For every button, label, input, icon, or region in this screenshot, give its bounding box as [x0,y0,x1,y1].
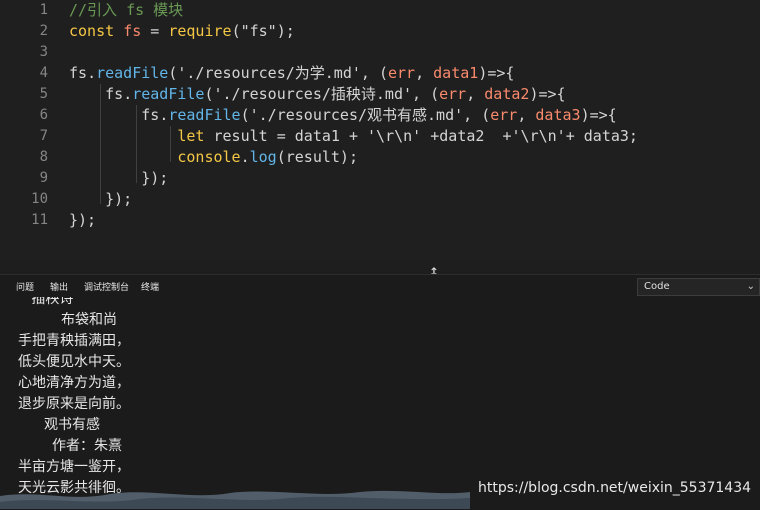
line-number: 6 [39,107,48,123]
output-channel-value: Code [644,281,670,292]
code-text: }); [69,169,169,187]
output-line: 布袋和尚 [61,312,117,328]
output-line: 观书有感 [44,417,100,433]
indent-guide [136,105,137,183]
code-text: console.log(result); [177,148,358,166]
output-line: 退步原来是向前。 [18,396,130,412]
code-text: //引入 fs 模块 [69,1,184,19]
line-number: 9 [39,170,48,186]
code-line[interactable]: 10 }); [0,189,760,210]
tab-terminal[interactable]: 终端 [141,280,159,293]
line-number: 7 [39,128,48,144]
code-text: let result = data1 + '\r\n' +data2 +'\r\… [177,127,638,145]
line-number: 4 [39,65,48,81]
tab-debug-console[interactable]: 调试控制台 [84,280,129,293]
code-text: fs.readFile('./resources/插秧诗.md', (err, … [69,85,566,103]
code-line[interactable]: 8 console.log(result); [0,147,760,168]
decorative-wave [0,490,470,509]
code-line[interactable]: 7 let result = data1 + '\r\n' +data2 +'\… [0,126,760,147]
tab-problems[interactable]: 问题 [16,280,34,293]
line-number: 2 [39,23,48,39]
code-line[interactable]: 4 fs.readFile('./resources/为学.md', (err, … [0,63,760,84]
code-text: fs.readFile('./resources/为学.md', (err, d… [69,64,515,82]
code-text: }); [69,211,97,229]
output-line: 心地清净方为道， [18,375,130,391]
output-line: 半亩方塘一鉴开， [18,459,130,475]
line-number: 10 [31,191,48,207]
line-number: 11 [31,212,48,228]
output-line: 低头便见水中天。 [18,354,130,370]
code-text: fs.readFile('./resources/观书有感.md', (err,… [69,106,617,124]
code-line[interactable]: 5 fs.readFile('./resources/插秧诗.md', (err… [0,84,760,105]
watermark-text: https://blog.csdn.net/weixin_55371434 [478,480,752,496]
code-line[interactable]: 9 }); [0,168,760,189]
chevron-down-icon: ⌄ [746,281,755,292]
indent-guide [100,84,101,204]
code-line[interactable]: 11}); [0,210,760,231]
indent-guide [170,126,171,162]
code-line[interactable]: 2 const fs = require("fs"); [0,21,760,42]
line-number: 8 [39,149,48,165]
output-channel-select[interactable]: Code ⌄ [637,278,760,296]
tab-output[interactable]: 输出 [50,280,68,293]
output-line: 插秧诗 [18,297,74,307]
line-number: 3 [39,44,48,60]
code-line[interactable]: 3 [0,42,760,63]
panel-tabs: 问题 输出 调试控制台 终端 Code ⌄ [0,275,760,297]
code-editor[interactable]: 1 //引入 fs 模块 2 const fs = require("fs"); 3 4 f… [0,0,760,262]
line-number: 5 [39,86,48,102]
code-text: const fs = require("fs"); [69,22,295,40]
code-line[interactable]: 6 fs.readFile('./resources/观书有感.md', (er… [0,105,760,126]
bottom-panel: 问题 输出 调试控制台 终端 Code ⌄ 插秧诗布袋和尚手把青秧插满田， 低头便… [0,274,760,510]
line-number: 1 [39,2,48,18]
output-line: 手把青秧插满田， [18,333,130,349]
output-line: 作者：朱熹 [52,438,122,454]
code-line[interactable]: 1 //引入 fs 模块 [0,0,760,21]
output-content: 插秧诗布袋和尚手把青秧插满田， 低头便见水中天。 心地清净方为道， 退步原来是向前。观… [0,297,760,510]
